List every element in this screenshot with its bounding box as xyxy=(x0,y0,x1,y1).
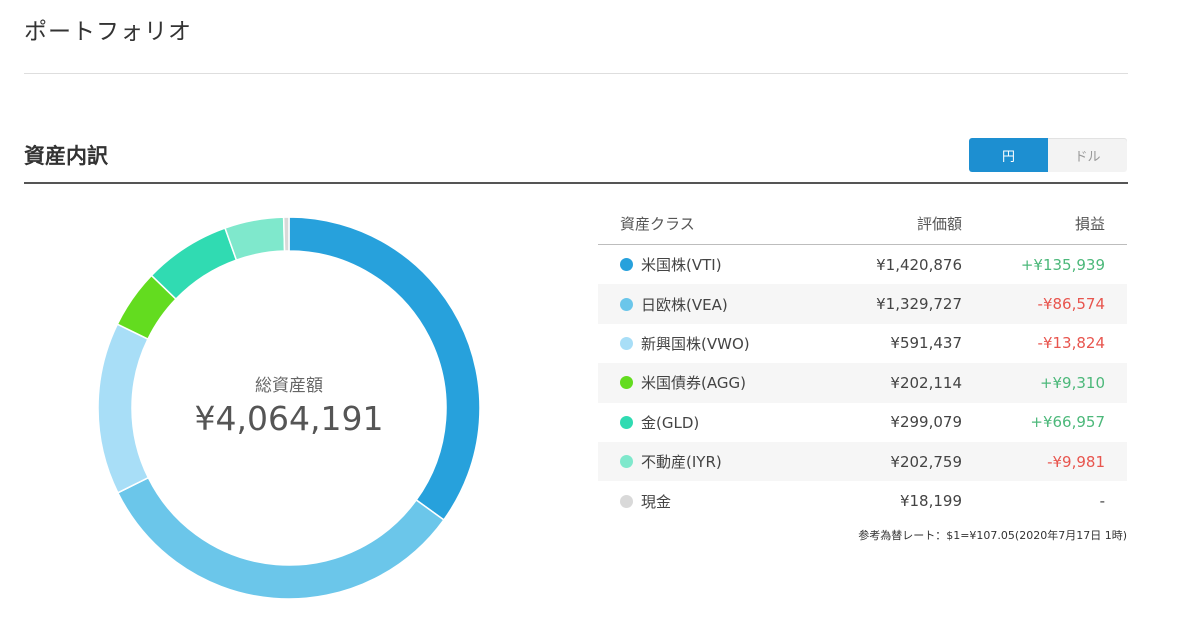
pnl-cell: -¥13,824 xyxy=(1037,334,1105,353)
pnl-cell: -¥86,574 xyxy=(1037,295,1105,314)
column-header-asset-class: 資産クラス xyxy=(620,214,695,233)
valuation-cell: ¥299,079 xyxy=(890,413,962,432)
legend-dot-icon xyxy=(620,415,633,429)
asset-class-name: 米国株(VTI) xyxy=(641,256,722,275)
table-row: 日欧株(VEA) ¥1,329,727 -¥86,574 xyxy=(598,284,1127,324)
table-row: 現金 ¥18,199 - xyxy=(598,481,1127,520)
legend-dot-icon xyxy=(620,297,633,311)
column-header-pnl: 損益 xyxy=(1074,214,1105,233)
section-title: 資産内訳 xyxy=(24,144,108,168)
asset-class-cell: 不動産(IYR) xyxy=(598,451,828,472)
legend-dot-icon xyxy=(620,376,633,390)
section-divider xyxy=(24,182,1128,184)
donut-segment xyxy=(224,216,286,262)
legend-dot-icon xyxy=(620,455,633,469)
currency-dollar-button[interactable]: ドル xyxy=(1048,138,1127,172)
total-assets-label: 総資産額 xyxy=(255,376,323,396)
table-row: 金(GLD) ¥299,079 +¥66,957 xyxy=(598,403,1127,442)
pnl-cell: +¥9,310 xyxy=(1039,373,1105,392)
legend-dot-icon xyxy=(620,258,633,272)
table-body: 米国株(VTI) ¥1,420,876 +¥135,939 日欧株(VEA) ¥1,32… xyxy=(598,245,1127,521)
pnl-cell: +¥135,939 xyxy=(1020,255,1105,274)
valuation-cell: ¥18,199 xyxy=(899,492,962,511)
donut-segment xyxy=(288,216,481,521)
legend-dot-icon xyxy=(620,494,633,508)
asset-class-name: 新興国株(VWO) xyxy=(641,334,750,353)
column-header-valuation: 評価額 xyxy=(916,214,962,233)
asset-class-cell: 米国債券(AGG) xyxy=(598,372,828,393)
asset-class-cell: 新興国株(VWO) xyxy=(598,333,828,354)
asset-class-cell: 米国株(VTI) xyxy=(598,254,828,275)
table-row: 新興国株(VWO) ¥591,437 -¥13,824 xyxy=(598,324,1127,363)
valuation-cell: ¥1,329,727 xyxy=(876,295,962,314)
donut-segment xyxy=(116,476,445,600)
currency-yen-button[interactable]: 円 xyxy=(969,138,1048,172)
pnl-cell: - xyxy=(1099,492,1105,511)
asset-class-name: 米国債券(AGG) xyxy=(641,374,746,393)
asset-table: 資産クラス 評価額 損益 米国株(VTI) ¥1,420,876 +¥135,939… xyxy=(598,202,1127,521)
legend-dot-icon xyxy=(620,336,633,350)
asset-class-name: 金(GLD) xyxy=(641,413,700,432)
table-row: 米国債券(AGG) ¥202,114 +¥9,310 xyxy=(598,363,1127,403)
header-divider xyxy=(24,73,1128,74)
table-row: 不動産(IYR) ¥202,759 -¥9,981 xyxy=(598,441,1127,482)
asset-donut-chart: 総資産額 ¥4,064,191 xyxy=(97,216,481,600)
asset-class-name: 不動産(IYR) xyxy=(641,453,722,472)
total-assets-value: ¥4,064,191 xyxy=(194,399,384,438)
asset-class-cell: 日欧株(VEA) xyxy=(598,294,828,315)
donut-segment xyxy=(282,216,290,252)
asset-class-name: 日欧株(VEA) xyxy=(641,295,728,314)
asset-class-name: 現金 xyxy=(641,492,672,511)
asset-class-cell: 現金 xyxy=(598,491,828,512)
pnl-cell: +¥66,957 xyxy=(1030,413,1105,432)
currency-toggle[interactable]: 円 ドル xyxy=(969,138,1127,172)
valuation-cell: ¥1,420,876 xyxy=(876,255,962,274)
table-row: 米国株(VTI) ¥1,420,876 +¥135,939 xyxy=(598,245,1127,284)
pnl-cell: -¥9,981 xyxy=(1047,452,1105,471)
donut-segment xyxy=(150,227,238,301)
asset-class-cell: 金(GLD) xyxy=(598,412,828,433)
page-title: ポートフォリオ xyxy=(24,19,192,45)
valuation-cell: ¥202,759 xyxy=(890,452,962,471)
valuation-cell: ¥202,114 xyxy=(890,373,962,392)
table-header: 資産クラス 評価額 損益 xyxy=(598,202,1127,245)
valuation-cell: ¥591,437 xyxy=(890,334,962,353)
exchange-rate-note: 参考為替レート：$1=¥107.05(2020年7月17日 1時) xyxy=(858,529,1127,542)
